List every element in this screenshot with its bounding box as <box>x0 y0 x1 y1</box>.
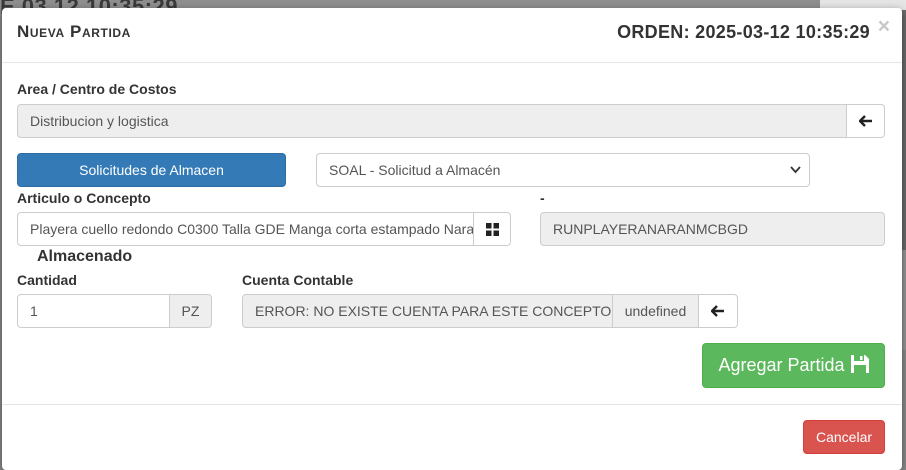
close-icon[interactable]: × <box>878 16 890 37</box>
order-timestamp: ORDEN: 2025-03-12 10:35:29 <box>617 22 870 42</box>
modal-footer-divider <box>2 404 902 405</box>
area-field[interactable]: Distribucion y logistica <box>17 104 847 138</box>
area-back-button[interactable] <box>846 104 885 138</box>
agregar-partida-label: Agregar Partida <box>718 355 845 375</box>
cantidad-label: Cantidad <box>17 272 77 288</box>
solicitud-type-select[interactable]: SOAL - Solicitud a Almacén <box>316 153 810 187</box>
articulo-code-field[interactable]: RUNPLAYERANARANMCBGD <box>540 212 885 246</box>
area-label: Area / Centro de Costos <box>17 81 177 97</box>
cuenta-contable-label: Cuenta Contable <box>242 272 354 288</box>
arrow-left-icon <box>858 115 872 127</box>
cantidad-unit: PZ <box>169 294 212 328</box>
nueva-partida-modal: Nueva Partida ORDEN: 2025-03-12 10:35:29… <box>2 8 902 470</box>
modal-header: Nueva Partida ORDEN: 2025-03-12 10:35:29… <box>2 8 902 63</box>
cantidad-input[interactable]: 1 <box>17 294 170 328</box>
solicitud-type-value: SOAL - Solicitud a Almacén <box>329 162 501 178</box>
agregar-partida-button[interactable]: Agregar Partida <box>702 343 885 388</box>
articulo-search-button[interactable] <box>473 212 511 246</box>
arrow-left-icon <box>711 305 724 317</box>
cuenta-contable-addon: undefined <box>612 294 699 328</box>
floppy-disk-icon <box>850 354 869 373</box>
cuenta-back-button[interactable] <box>698 294 738 328</box>
codigo-label: - <box>540 190 545 206</box>
modal-title: Nueva Partida <box>17 22 131 41</box>
solicitudes-almacen-button[interactable]: Solicitudes de Almacen <box>17 153 286 187</box>
articulo-label: Articulo o Concepto <box>17 190 151 206</box>
cuenta-contable-field[interactable]: ERROR: NO EXISTE CUENTA PARA ESTE CONCEP… <box>242 294 613 328</box>
cancel-button[interactable]: Cancelar <box>803 420 885 454</box>
articulo-input[interactable]: Playera cuello redondo C0300 Talla GDE M… <box>17 212 474 246</box>
almacenado-heading: Almacenado <box>37 248 133 265</box>
chevron-down-icon <box>790 154 801 198</box>
grid-icon <box>485 222 499 236</box>
